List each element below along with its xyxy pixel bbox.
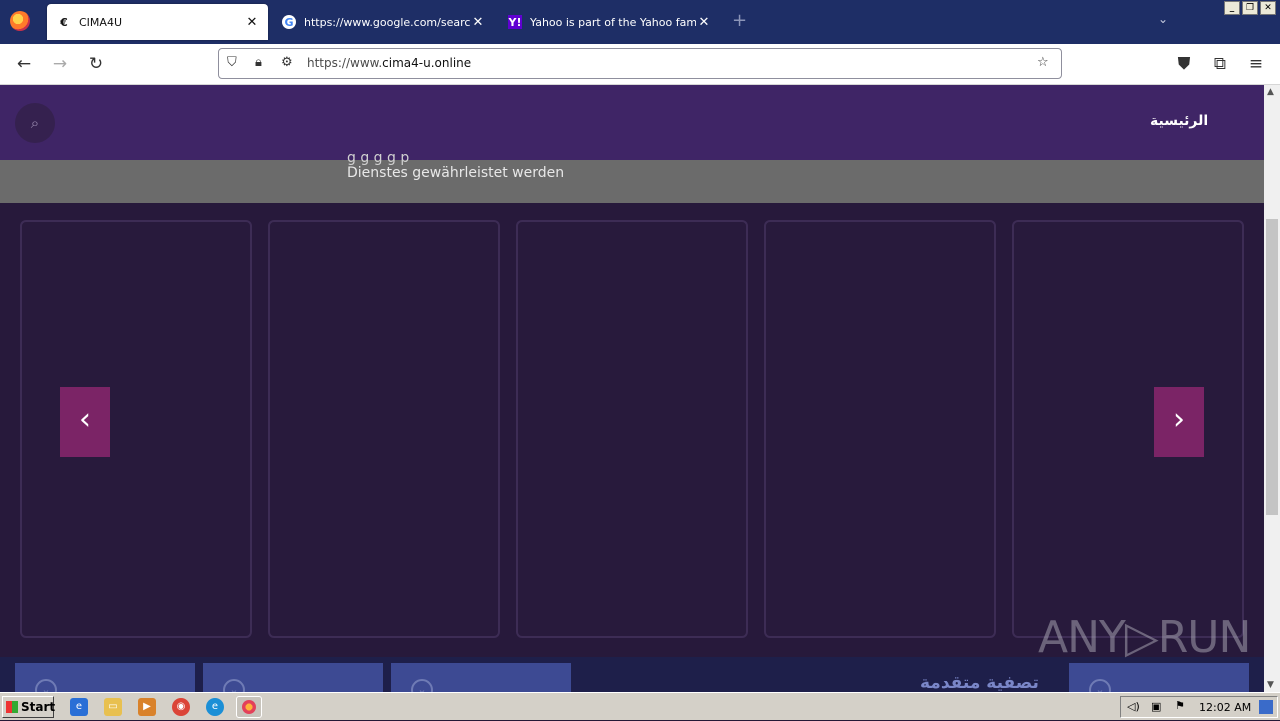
firefox-icon bbox=[242, 700, 256, 714]
chevron-right-icon: › bbox=[1173, 402, 1185, 437]
scroll-up-icon[interactable]: ▲ bbox=[1267, 87, 1274, 97]
advanced-filter-label: تصفية متقدمة bbox=[920, 673, 1039, 692]
google-favicon-icon: G bbox=[282, 15, 296, 29]
chevron-down-circle-icon: ⌄ bbox=[223, 679, 245, 692]
media-player-icon[interactable]: ▶ bbox=[138, 698, 156, 716]
tab-cima4u[interactable]: € CIMA4U ✕ bbox=[47, 4, 268, 40]
filter-dropdown[interactable]: ⌄ bbox=[391, 663, 571, 692]
scroll-thumb[interactable] bbox=[1266, 219, 1278, 515]
tab-google[interactable]: G https://www.google.com/search?c ✕ bbox=[272, 4, 494, 40]
close-tab-icon[interactable]: ✕ bbox=[470, 15, 486, 30]
filter-dropdown[interactable]: ⌄ bbox=[1069, 663, 1249, 692]
close-tab-icon[interactable]: ✕ bbox=[696, 15, 712, 30]
edge-icon[interactable]: e bbox=[206, 698, 224, 716]
movie-card[interactable] bbox=[764, 220, 996, 638]
url-domain: cima4-u.online bbox=[382, 56, 472, 70]
minimize-icon[interactable]: _ bbox=[1224, 1, 1240, 15]
bookmark-star-icon[interactable]: ☆ bbox=[1037, 55, 1049, 70]
chrome-icon[interactable]: ◉ bbox=[172, 698, 190, 716]
slider-next-button[interactable]: › bbox=[1154, 387, 1204, 457]
firefox-icon[interactable] bbox=[10, 11, 30, 31]
show-desktop-icon[interactable] bbox=[1259, 700, 1273, 714]
movie-card[interactable] bbox=[516, 220, 748, 638]
chevron-down-icon[interactable]: ⌄ bbox=[1158, 12, 1168, 26]
nav-bar: ← → ↻ ⛉ 🔒︎ ⚙ https://www.cima4-u.online … bbox=[0, 44, 1280, 85]
flag-icon[interactable]: ⚑ bbox=[1175, 699, 1185, 712]
reload-icon[interactable]: ↻ bbox=[85, 53, 107, 75]
system-tray: ◁) ▣ ⚑ 12:02 AM bbox=[1120, 696, 1278, 718]
tab-yahoo[interactable]: Y! Yahoo is part of the Yahoo family o ✕ bbox=[498, 4, 720, 40]
page-scrollbar[interactable]: ▲ ▼ bbox=[1264, 85, 1280, 692]
permissions-icon[interactable]: ⚙ bbox=[281, 55, 293, 70]
lock-icon[interactable]: 🔒︎ bbox=[255, 55, 262, 70]
address-bar[interactable]: ⛉ 🔒︎ ⚙ https://www.cima4-u.online ☆ bbox=[218, 48, 1062, 79]
movie-card[interactable] bbox=[20, 220, 252, 638]
forward-arrow-icon[interactable]: → bbox=[49, 53, 71, 75]
tab-strip: € CIMA4U ✕ G https://www.google.com/sear… bbox=[0, 0, 1280, 44]
cookie-banner: g g g g p Dienstes gewährleistet werden bbox=[0, 150, 1264, 203]
ie-icon[interactable]: e bbox=[70, 698, 88, 716]
url-text: https://www.cima4-u.online bbox=[307, 56, 471, 70]
cookie-text-line2: Dienstes gewährleistet werden bbox=[347, 165, 565, 181]
scroll-down-icon[interactable]: ▼ bbox=[1267, 680, 1274, 690]
new-tab-plus-icon[interactable]: + bbox=[732, 10, 747, 31]
yahoo-favicon-icon: Y! bbox=[508, 15, 522, 29]
menu-hamburger-icon[interactable]: ≡ bbox=[1245, 53, 1267, 75]
chevron-down-circle-icon: ⌄ bbox=[411, 679, 433, 692]
start-button[interactable]: Start bbox=[2, 696, 55, 718]
nav-home-link[interactable]: الرئيسية bbox=[1150, 113, 1208, 129]
folder-icon[interactable]: ▭ bbox=[104, 698, 122, 716]
anyrun-watermark: ANY▷RUN bbox=[1038, 612, 1251, 663]
restore-icon[interactable]: ❐ bbox=[1242, 1, 1258, 15]
network-icon[interactable]: ▣ bbox=[1151, 700, 1161, 713]
url-prefix: https://www. bbox=[307, 56, 383, 70]
chevron-left-icon: ‹ bbox=[79, 402, 91, 437]
back-arrow-icon[interactable]: ← bbox=[13, 53, 35, 75]
filter-dropdown[interactable]: ⌄ bbox=[15, 663, 195, 692]
chevron-down-circle-icon: ⌄ bbox=[1089, 679, 1111, 692]
extensions-icon[interactable]: ⧉ bbox=[1209, 53, 1231, 75]
tab-title: Yahoo is part of the Yahoo family o bbox=[530, 15, 696, 29]
pocket-icon[interactable]: ⛊ bbox=[1173, 53, 1195, 75]
window-controls: _ ❐ ✕ bbox=[1224, 1, 1276, 15]
firefox-taskbar-button[interactable] bbox=[236, 696, 262, 718]
cookie-text-line1: g g g g p bbox=[347, 150, 410, 166]
volume-icon[interactable]: ◁) bbox=[1127, 700, 1140, 713]
site-header: ⌕ الرئيسية bbox=[0, 85, 1264, 160]
cima4u-favicon-icon: € bbox=[60, 15, 68, 29]
shield-icon[interactable]: ⛉ bbox=[227, 55, 237, 70]
movie-card[interactable] bbox=[1012, 220, 1244, 638]
tab-title: CIMA4U bbox=[79, 15, 122, 29]
movie-card[interactable] bbox=[268, 220, 500, 638]
windows-taskbar: Start e ▭ ▶ ◉ e ◁) ▣ ⚑ 12:02 AM bbox=[0, 692, 1280, 720]
close-window-icon[interactable]: ✕ bbox=[1260, 1, 1276, 15]
clock: 12:02 AM bbox=[1199, 701, 1252, 714]
web-page: ⌕ الرئيسية g g g g p Dienstes gewährleis… bbox=[0, 85, 1264, 692]
search-icon[interactable]: ⌕ bbox=[15, 103, 55, 143]
tab-title: https://www.google.com/search?c bbox=[304, 15, 470, 29]
filter-dropdown[interactable]: ⌄ bbox=[203, 663, 383, 692]
chevron-down-circle-icon: ⌄ bbox=[35, 679, 57, 692]
close-tab-icon[interactable]: ✕ bbox=[244, 15, 260, 30]
slider-prev-button[interactable]: ‹ bbox=[60, 387, 110, 457]
